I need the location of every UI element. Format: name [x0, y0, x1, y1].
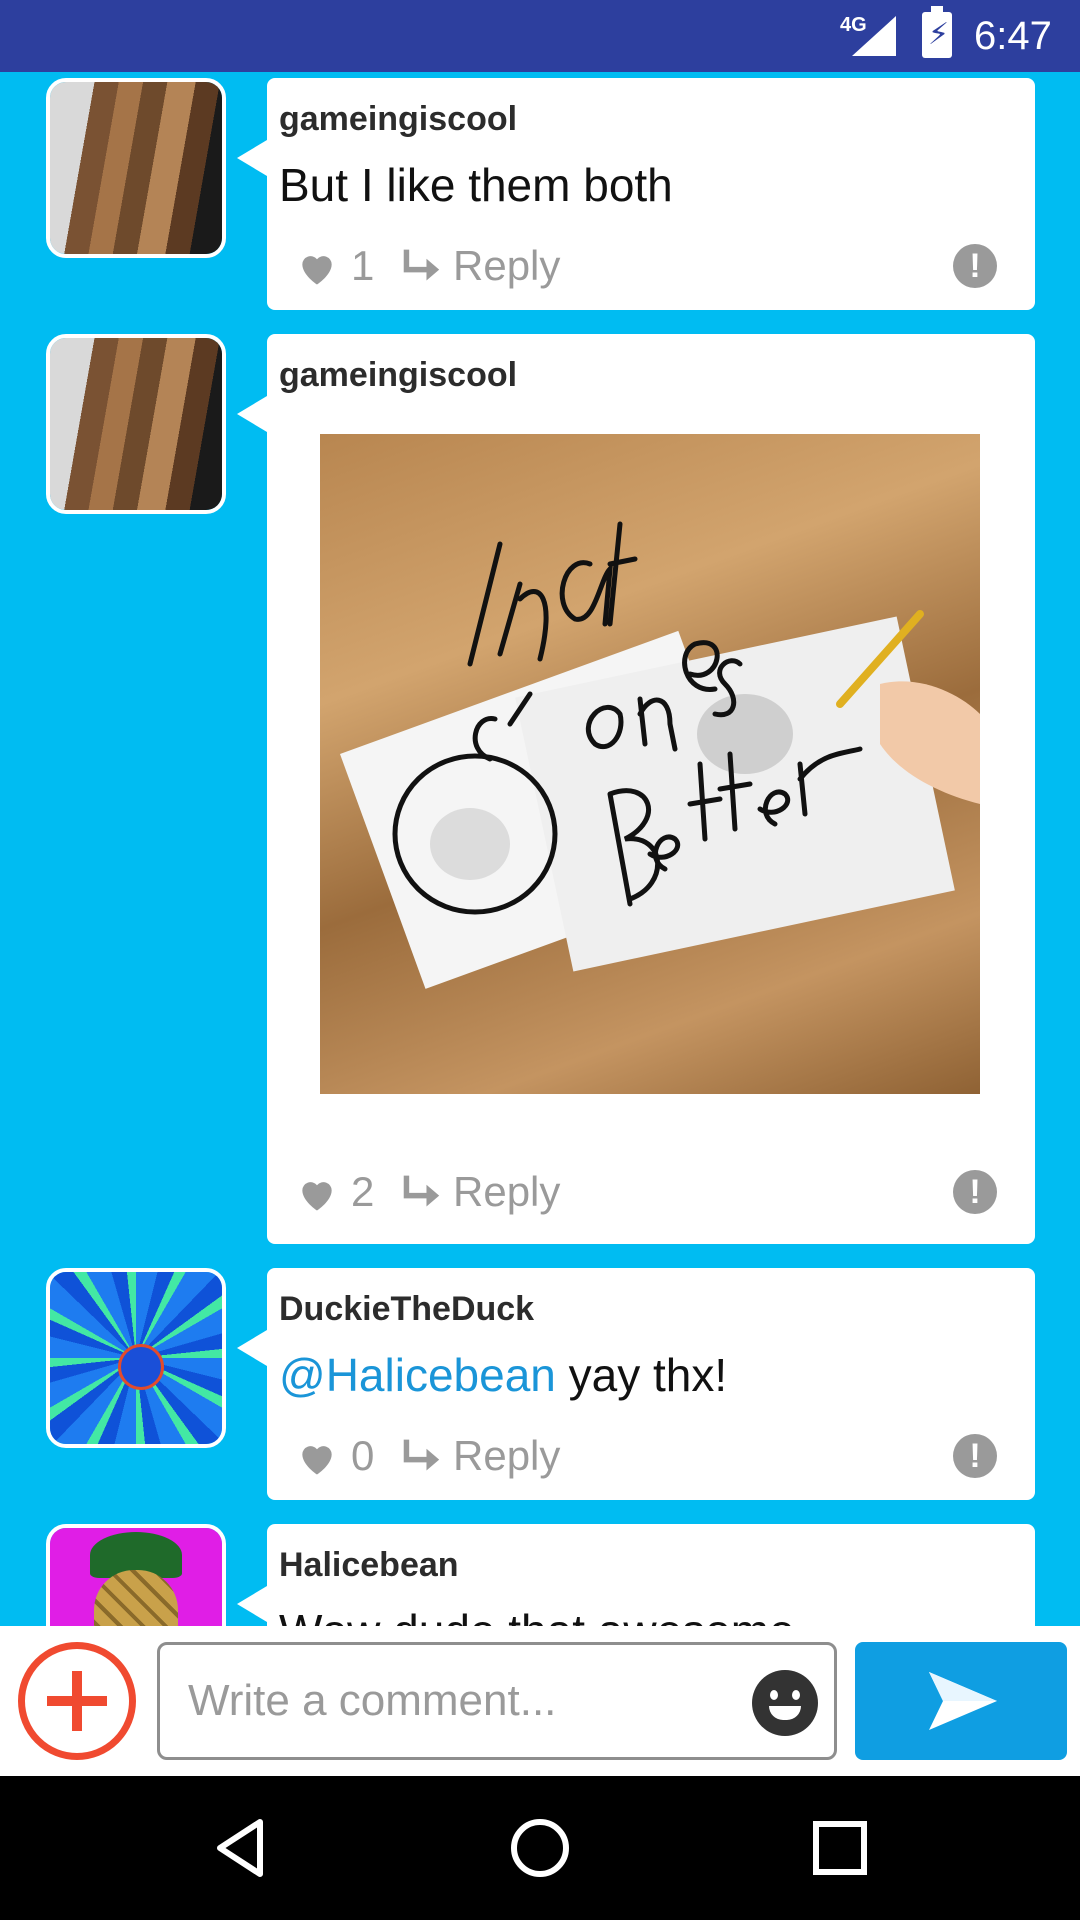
reply-button[interactable]: Reply	[453, 1168, 560, 1216]
avatar[interactable]	[46, 78, 226, 258]
comment-text: But I like them both	[279, 159, 673, 211]
mention-link[interactable]: @Halicebean	[279, 1349, 556, 1401]
comment-image[interactable]	[320, 434, 980, 1094]
report-icon[interactable]: !	[953, 1434, 997, 1478]
comment-card: Halicebean Wow dude that awesome	[237, 1524, 1035, 1626]
comment-text: Wow dude that awesome	[279, 1604, 795, 1626]
comment-text-body: yay thx!	[555, 1349, 728, 1401]
comment-composer	[0, 1626, 1080, 1776]
like-count: 2	[351, 1168, 375, 1215]
reply-icon[interactable]	[399, 246, 443, 286]
reply-button[interactable]: Reply	[453, 1432, 560, 1480]
comment-actions: 1 Reply !	[295, 240, 1025, 300]
report-icon[interactable]: !	[953, 244, 997, 288]
comment-username[interactable]: gameingiscool	[279, 356, 517, 395]
send-icon	[929, 1672, 997, 1730]
reply-button[interactable]: Reply	[453, 242, 560, 290]
comment-card: DuckieTheDuck @Halicebean yay thx! 0 Rep…	[237, 1268, 1035, 1500]
battery-charging-icon: ⚡	[922, 6, 952, 58]
heart-icon[interactable]	[295, 1172, 339, 1216]
comment-card: gameingiscool 2 Reply !	[237, 334, 1035, 1244]
heart-icon[interactable]	[295, 246, 339, 290]
reply-icon[interactable]	[399, 1172, 443, 1212]
like-count: 0	[351, 1432, 375, 1479]
reply-icon[interactable]	[399, 1436, 443, 1476]
comment-card: gameingiscool But I like them both 1 Rep…	[237, 78, 1035, 310]
comment-text: @Halicebean yay thx!	[279, 1348, 727, 1402]
add-icon[interactable]	[18, 1642, 136, 1760]
like-count: 1	[351, 242, 375, 289]
comment-actions: 0 Reply !	[295, 1430, 1025, 1490]
report-icon[interactable]: !	[953, 1170, 997, 1214]
navigation-bar	[0, 1776, 1080, 1920]
emoji-icon[interactable]	[752, 1670, 818, 1736]
comment-username[interactable]: Halicebean	[279, 1546, 459, 1585]
status-bar: 4G ⚡ 6:47	[0, 0, 1080, 72]
comment-actions: 2 Reply !	[295, 1166, 1025, 1226]
avatar[interactable]	[46, 334, 226, 514]
send-button[interactable]	[855, 1642, 1067, 1760]
comment-feed[interactable]: gameingiscool But I like them both 1 Rep…	[0, 72, 1080, 1626]
clock: 6:47	[974, 14, 1052, 58]
signal-icon	[852, 16, 896, 56]
heart-icon[interactable]	[295, 1436, 339, 1480]
comment-username[interactable]: gameingiscool	[279, 100, 517, 139]
comment-input[interactable]	[157, 1642, 837, 1760]
avatar[interactable]	[46, 1268, 226, 1448]
handwriting-overlay	[392, 521, 980, 915]
back-icon[interactable]	[206, 1812, 278, 1884]
recents-icon[interactable]	[804, 1812, 876, 1884]
home-icon[interactable]	[504, 1812, 576, 1884]
avatar[interactable]	[46, 1524, 226, 1626]
comment-username[interactable]: DuckieTheDuck	[279, 1290, 534, 1329]
